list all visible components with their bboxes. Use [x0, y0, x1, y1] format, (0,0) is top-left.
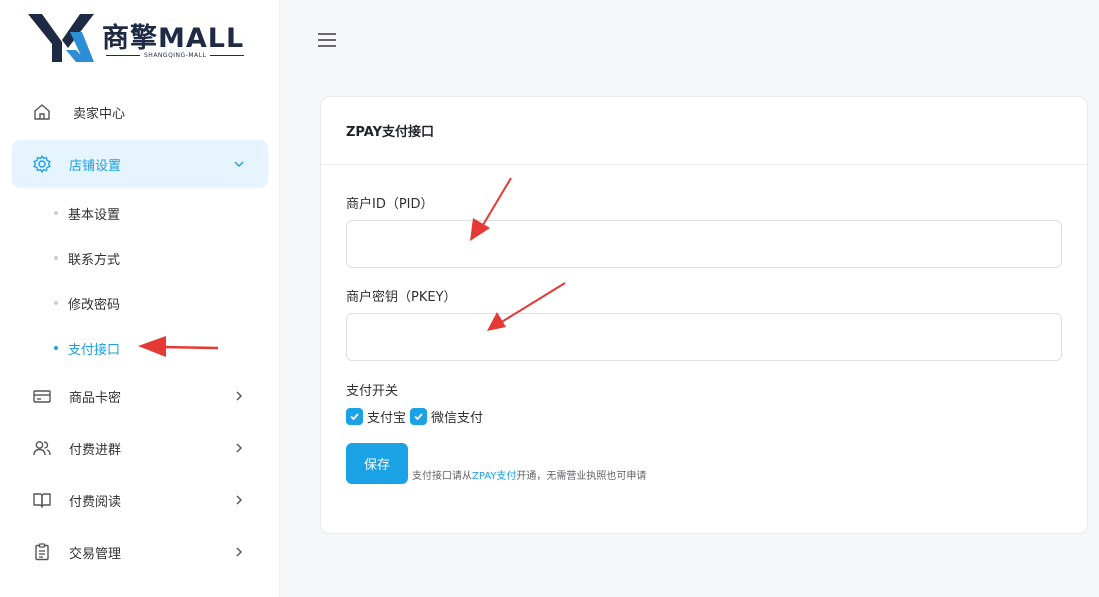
bullet-dot — [54, 301, 58, 305]
pkey-input[interactable] — [346, 313, 1062, 361]
sidebar-subitem-change-password[interactable]: 修改密码 — [50, 291, 120, 315]
logo-mark-icon — [28, 14, 94, 62]
pkey-label: 商户密钥（PKEY） — [346, 290, 457, 305]
brand-name: 商擎MALL — [102, 23, 245, 54]
clipboard-icon — [35, 543, 49, 561]
payment-settings-card: ZPAY支付接口 商户ID（PID） 商户密钥（PKEY） 支付开关 支付宝 微… — [320, 96, 1088, 534]
sidebar-item-label: 卖家中心 — [73, 106, 126, 122]
sidebar-item-label: 店铺设置 — [69, 158, 122, 174]
sidebar-item-store-settings[interactable]: 店铺设置 — [12, 140, 268, 188]
brand-logo[interactable]: 商擎MALL SHANGQING-MALL — [26, 10, 256, 66]
gear-icon — [33, 155, 51, 173]
alipay-checkbox[interactable]: 支付宝 — [346, 407, 406, 426]
sidebar-subitem-basic-settings[interactable]: 基本设置 — [50, 201, 120, 225]
sidebar-item-product-cards[interactable]: 商品卡密 — [12, 372, 268, 420]
sidebar-item-transactions[interactable]: 交易管理 — [12, 528, 268, 576]
bullet-dot — [54, 256, 58, 260]
checkbox-checked-icon — [346, 408, 363, 425]
brand-subtitle: SHANGQING-MALL — [102, 52, 246, 59]
payment-switch-group: 支付宝 微信支付 — [346, 407, 487, 426]
bullet-dot — [54, 211, 58, 215]
sidebar-item-paid-group[interactable]: 付费进群 — [12, 424, 268, 472]
checkbox-checked-icon — [410, 408, 428, 425]
chevron-right-icon — [236, 443, 242, 453]
alipay-label: 支付宝 — [367, 411, 407, 426]
bullet-dot — [54, 346, 58, 350]
pid-input[interactable] — [346, 220, 1062, 268]
pid-label: 商户ID（PID） — [346, 197, 434, 212]
sidebar-item-label: 商品卡密 — [69, 390, 122, 406]
sidebar-item-label: 付费阅读 — [69, 494, 122, 510]
payment-switch-label: 支付开关 — [346, 384, 399, 399]
menu-toggle-icon[interactable] — [317, 30, 337, 50]
chevron-right-icon — [236, 495, 242, 505]
sidebar-subitem-label: 联系方式 — [68, 252, 121, 268]
sidebar-item-seller-center[interactable]: 卖家中心 — [12, 88, 268, 136]
hint-suffix: 开通，无需营业执照也可申请 — [516, 471, 647, 482]
sidebar-item-label: 付费进群 — [69, 442, 122, 458]
sidebar-subitem-payment-interface[interactable]: 支付接口 — [50, 336, 120, 360]
chevron-right-icon — [236, 547, 242, 557]
sidebar: 商擎MALL SHANGQING-MALL 卖家中心 店铺设置 基本设置 联系方… — [0, 0, 280, 597]
save-button[interactable]: 保存 — [346, 443, 408, 484]
users-icon — [33, 441, 51, 456]
sidebar-subitem-label: 基本设置 — [68, 207, 121, 223]
sidebar-subitem-contact[interactable]: 联系方式 — [50, 246, 120, 270]
chevron-down-icon — [234, 161, 244, 167]
sidebar-subitem-label: 修改密码 — [68, 297, 121, 313]
zpay-link[interactable]: ZPAY支付 — [472, 471, 516, 482]
home-icon — [34, 104, 50, 120]
sidebar-subitem-label: 支付接口 — [68, 342, 121, 358]
wechat-pay-label: 微信支付 — [431, 411, 484, 426]
sidebar-item-label: 交易管理 — [69, 546, 122, 562]
chevron-right-icon — [236, 391, 242, 401]
hint-prefix: 支付接口请从 — [412, 471, 472, 482]
card-title: ZPAY支付接口 — [321, 97, 1087, 165]
wechat-pay-checkbox[interactable]: 微信支付 — [410, 407, 483, 426]
card-icon — [33, 390, 51, 403]
payment-hint: 支付接口请从ZPAY支付开通，无需营业执照也可申请 — [412, 467, 646, 482]
sidebar-item-paid-reading[interactable]: 付费阅读 — [12, 476, 268, 524]
book-icon — [33, 493, 51, 508]
